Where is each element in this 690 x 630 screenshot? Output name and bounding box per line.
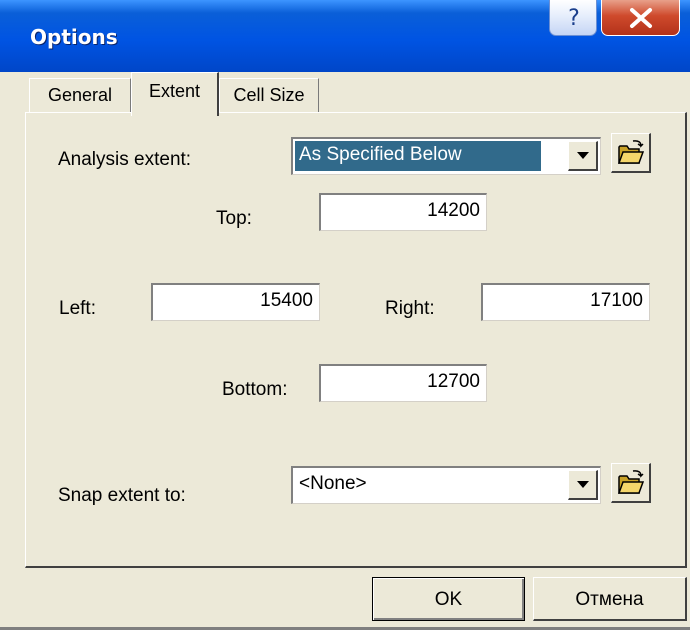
close-icon (630, 8, 652, 28)
right-label: Right: (385, 298, 435, 319)
right-input[interactable]: 17100 (481, 283, 650, 321)
left-label: Left: (59, 298, 96, 319)
ok-button[interactable]: OK (372, 577, 525, 621)
analysis-extent-select[interactable]: As Specified Below (291, 137, 601, 175)
analysis-extent-label: Analysis extent: (58, 149, 192, 170)
left-input[interactable]: 15400 (151, 283, 320, 321)
help-button[interactable]: ? (549, 0, 597, 36)
top-input[interactable]: 14200 (319, 193, 487, 231)
analysis-extent-value: As Specified Below (295, 141, 541, 171)
extent-panel: Analysis extent: As Specified Below Top:… (25, 112, 687, 568)
close-button[interactable] (601, 0, 680, 36)
snap-extent-browse-button[interactable] (611, 463, 651, 503)
open-folder-icon (617, 140, 645, 164)
snap-extent-value: <None> (299, 473, 367, 494)
snap-extent-select[interactable]: <None> (291, 466, 601, 504)
cancel-button[interactable]: Отмена (533, 577, 687, 621)
top-label: Top: (216, 208, 252, 229)
open-folder-icon (617, 470, 645, 494)
tab-extent[interactable]: Extent (131, 72, 219, 116)
bottom-label: Bottom: (222, 379, 288, 400)
chevron-down-icon (577, 481, 589, 488)
tab-general[interactable]: General (29, 78, 131, 112)
window-title: Options (30, 25, 118, 49)
snap-extent-dropdown-button[interactable] (568, 470, 598, 500)
tab-cell-size[interactable]: Cell Size (219, 78, 319, 112)
analysis-extent-dropdown-button[interactable] (568, 141, 598, 171)
title-bar[interactable]: Options ? (0, 0, 690, 72)
bottom-input[interactable]: 12700 (319, 364, 487, 402)
options-dialog: Options ? General Extent Cell Size Analy… (0, 0, 690, 630)
svg-text:?: ? (568, 6, 580, 31)
snap-extent-label: Snap extent to: (58, 485, 186, 506)
analysis-extent-browse-button[interactable] (611, 133, 651, 173)
help-icon: ? (568, 6, 580, 31)
chevron-down-icon (577, 152, 589, 159)
